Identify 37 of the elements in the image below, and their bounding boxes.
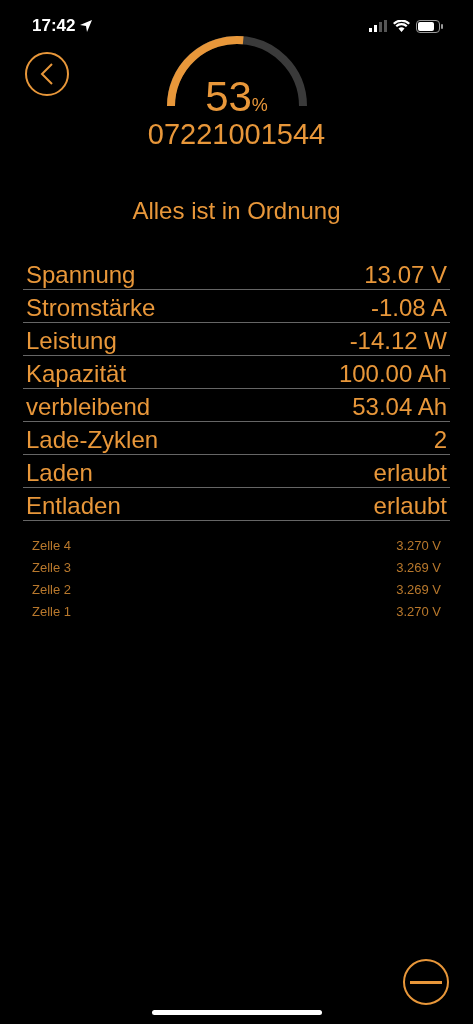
- battery-icon: [416, 19, 443, 33]
- reading-label: Leistung: [26, 329, 117, 353]
- location-arrow-icon: [79, 19, 94, 33]
- wifi-icon: [393, 20, 410, 32]
- percent-unit: %: [251, 96, 268, 114]
- charge-percent: 53: [205, 76, 252, 118]
- serial-number: 07221001544: [147, 120, 326, 149]
- reading-label: Laden: [26, 461, 93, 485]
- status-message: Alles ist in Ordnung: [132, 196, 341, 226]
- reading-value: 100.00 Ah: [338, 362, 447, 386]
- signal-icon: [369, 20, 387, 32]
- cell-label: Zelle 1: [32, 603, 72, 622]
- reading-label: Stromstärke: [26, 296, 156, 320]
- reading-label: Spannung: [26, 263, 136, 287]
- reading-label: Lade-Zyklen: [26, 428, 159, 452]
- chevron-left-icon: [40, 63, 54, 85]
- reading-value: 53.04 Ah: [352, 395, 447, 419]
- reading-value: -14.12 W: [349, 329, 447, 353]
- reading-value: -1.08 A: [370, 296, 447, 320]
- reading-label: verbleibend: [26, 395, 151, 419]
- cell-voltage: 3.269 V: [396, 559, 441, 578]
- reading-label: Kapazität: [26, 362, 127, 386]
- minus-button[interactable]: [403, 959, 449, 1005]
- reading-value: 2: [433, 428, 447, 452]
- cell-voltage: 3.269 V: [396, 581, 441, 600]
- reading-value: erlaubt: [373, 494, 447, 518]
- cell-voltage: 3.270 V: [396, 537, 441, 556]
- cell-voltage: 3.270 V: [396, 603, 441, 622]
- clock-time: 17:42: [32, 15, 76, 38]
- reading-value: erlaubt: [373, 461, 447, 485]
- cell-label: Zelle 4: [32, 537, 72, 556]
- reading-label: Entladen: [26, 494, 121, 518]
- back-button[interactable]: [25, 52, 69, 96]
- cell-label: Zelle 2: [32, 581, 72, 600]
- minus-icon: [410, 980, 442, 984]
- reading-value: 13.07 V: [364, 263, 447, 287]
- cell-label: Zelle 3: [32, 559, 72, 578]
